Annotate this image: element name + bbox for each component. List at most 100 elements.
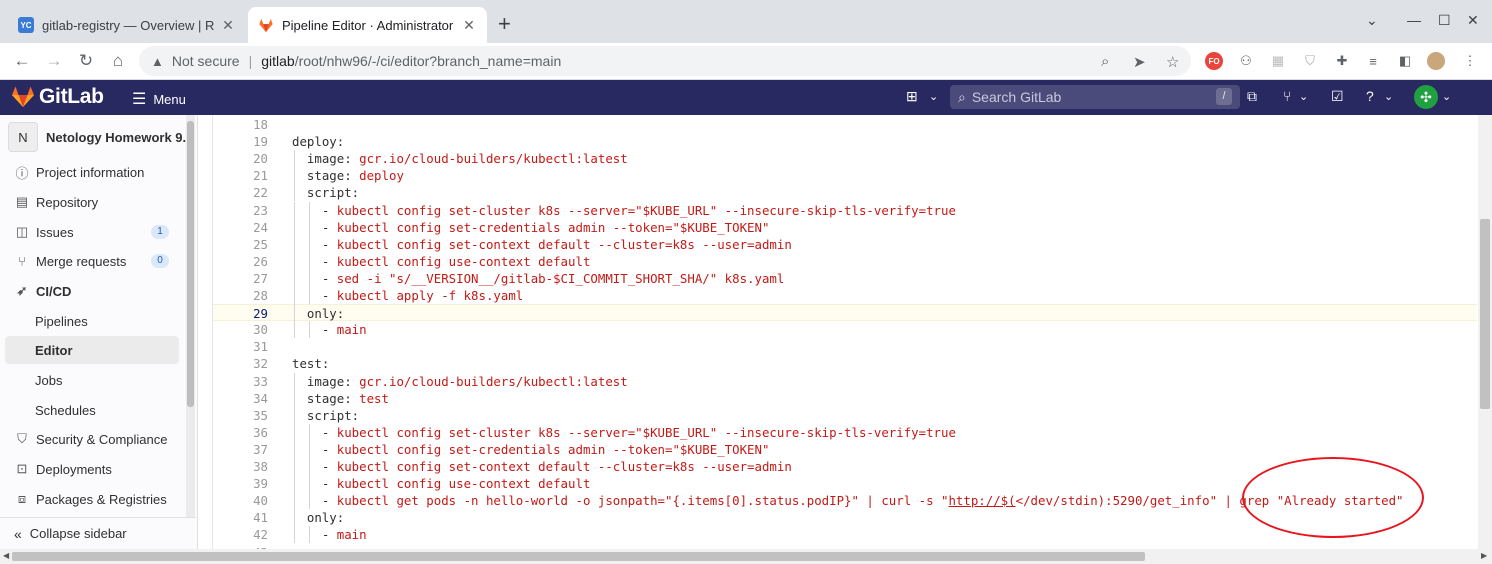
- code-line[interactable]: 22 script:: [213, 184, 1477, 201]
- sidebar-item-pipelines[interactable]: Pipelines: [5, 307, 179, 335]
- forward-arrow-icon[interactable]: →: [42, 49, 66, 73]
- extension-shield-icon[interactable]: ⛉: [1301, 52, 1319, 70]
- help-icon[interactable]: ?: [1366, 88, 1374, 104]
- code-line[interactable]: 29 only:: [213, 304, 1477, 322]
- code-line[interactable]: 19 deploy:: [213, 133, 1477, 150]
- code-text: deploy:: [292, 133, 344, 150]
- extension-fo-icon[interactable]: FO: [1205, 52, 1223, 70]
- code-line[interactable]: 24 - kubectl config set-credentials admi…: [213, 219, 1477, 236]
- url-link-text[interactable]: http://$(: [948, 493, 1015, 508]
- code-line[interactable]: 35 script:: [213, 407, 1477, 424]
- indent-guide: [294, 406, 295, 424]
- sidebar-item-security-compliance[interactable]: ⛉ Security & Compliance: [5, 425, 179, 453]
- scroll-right-arrow-icon[interactable]: ▶: [1481, 551, 1487, 560]
- sidebar-item-schedules[interactable]: Schedules: [5, 396, 179, 424]
- scroll-left-arrow-icon[interactable]: ◀: [3, 551, 9, 560]
- send-icon[interactable]: ➤: [1133, 53, 1146, 71]
- code-line[interactable]: 36 - kubectl config set-cluster k8s --se…: [213, 424, 1477, 441]
- sidebar-item-label: Deployments: [36, 461, 112, 477]
- code-line[interactable]: 37 - kubectl config set-credentials admi…: [213, 441, 1477, 458]
- code-line[interactable]: 33 image: gcr.io/cloud-builders/kubectl:…: [213, 373, 1477, 390]
- code-line[interactable]: 23 - kubectl config set-cluster k8s --se…: [213, 202, 1477, 219]
- home-icon[interactable]: ⌂: [106, 49, 130, 73]
- tab-search-chevron-down-icon[interactable]: ⌄: [1366, 12, 1378, 29]
- maximize-icon[interactable]: ☐: [1438, 12, 1451, 29]
- code-line[interactable]: 30 - main: [213, 321, 1477, 338]
- line-number: 31: [253, 339, 268, 355]
- sidebar-scrollbar[interactable]: [186, 115, 195, 525]
- sidebar-item-issues[interactable]: ◫ Issues 1: [5, 218, 179, 246]
- code-line[interactable]: 18: [213, 116, 1477, 133]
- horizontal-scrollbar[interactable]: ◀ ▶: [0, 549, 1492, 564]
- project-header[interactable]: N Netology Homework 9.6: [8, 122, 188, 152]
- chevron-down-icon[interactable]: ⌄: [929, 90, 938, 103]
- close-icon[interactable]: ✕: [220, 17, 236, 34]
- code-line[interactable]: 20 image: gcr.io/cloud-builders/kubectl:…: [213, 150, 1477, 167]
- identicon-icon: ✣: [1420, 88, 1432, 105]
- code-line[interactable]: 34 stage: test: [213, 390, 1477, 407]
- new-item-plus-icon[interactable]: ⊞: [906, 88, 918, 105]
- profile-avatar[interactable]: [1427, 52, 1445, 70]
- minimize-icon[interactable]: —: [1407, 12, 1421, 28]
- horizontal-scroll-thumb[interactable]: [12, 552, 1145, 561]
- sidebar-scroll-thumb[interactable]: [187, 121, 194, 407]
- browser-tab-pipeline-editor[interactable]: Pipeline Editor · Administrator ✕: [248, 7, 487, 43]
- code-line[interactable]: 28 - kubectl apply -f k8s.yaml: [213, 287, 1477, 304]
- collapse-sidebar-button[interactable]: « Collapse sidebar: [0, 517, 196, 549]
- merge-request-icon: ⑂: [18, 253, 26, 269]
- back-arrow-icon[interactable]: ←: [10, 49, 34, 73]
- side-panel-icon[interactable]: ◧: [1396, 52, 1414, 70]
- extension-users-icon[interactable]: ⚇: [1237, 52, 1255, 70]
- sidebar-item-jobs[interactable]: Jobs: [5, 366, 179, 394]
- close-icon[interactable]: ✕: [461, 17, 477, 34]
- sidebar-item-packages-registries[interactable]: ⧈ Packages & Registries: [5, 485, 179, 513]
- code-line[interactable]: 26 - kubectl config use-context default: [213, 253, 1477, 270]
- merge-request-icon[interactable]: ⑂: [1283, 88, 1291, 104]
- yaml-value: kubectl get pods -n hello-world -o jsonp…: [336, 493, 949, 509]
- code-line[interactable]: 25 - kubectl config set-context default …: [213, 236, 1477, 253]
- reading-list-icon[interactable]: ≡: [1364, 52, 1382, 70]
- code-line[interactable]: 31: [213, 338, 1477, 355]
- editor-vertical-scrollbar[interactable]: [1478, 115, 1492, 549]
- chevron-down-icon[interactable]: ⌄: [1384, 90, 1393, 103]
- sidebar-item-ci-cd[interactable]: ➶ CI/CD: [5, 277, 179, 305]
- browser-tab-gitlab-registry[interactable]: YC gitlab-registry — Overview | R ✕: [8, 7, 246, 43]
- zoom-magnifier-icon[interactable]: ⌕: [1101, 53, 1109, 70]
- code-line[interactable]: 27 - sed -i "s/__VERSION__/gitlab-$CI_CO…: [213, 270, 1477, 287]
- kebab-menu-icon[interactable]: ⋮: [1461, 52, 1479, 70]
- code-line[interactable]: 32 test:: [213, 355, 1477, 372]
- sidebar-item-editor[interactable]: Editor: [5, 336, 179, 364]
- sidebar-item-repository[interactable]: ▤ Repository: [5, 188, 179, 216]
- yaml-value: kubectl config use-context default: [336, 476, 591, 492]
- chevron-down-icon[interactable]: ⌄: [1442, 90, 1451, 103]
- code-line[interactable]: 21 stage: deploy: [213, 167, 1477, 184]
- code-text: stage: deploy: [292, 167, 404, 184]
- bookmark-star-icon[interactable]: ☆: [1166, 53, 1179, 71]
- search-input[interactable]: ⌕ Search GitLab /: [950, 85, 1240, 109]
- user-avatar[interactable]: ✣: [1414, 85, 1438, 109]
- new-tab-icon[interactable]: +: [498, 13, 511, 35]
- not-secure-label[interactable]: Not secure: [172, 53, 240, 69]
- issues-icon[interactable]: ⧉: [1247, 88, 1257, 105]
- warning-triangle-icon[interactable]: ▲: [151, 54, 164, 69]
- sidebar-item-project-information[interactable]: ⓘ Project information: [5, 158, 179, 186]
- yaml-key: -: [292, 493, 337, 509]
- chevron-down-icon[interactable]: ⌄: [1299, 90, 1308, 103]
- sidebar-item-merge-requests[interactable]: ⑂ Merge requests 0: [5, 247, 179, 275]
- menu-button[interactable]: ☰ Menu: [132, 89, 186, 109]
- reload-icon[interactable]: ↻: [74, 49, 98, 73]
- gitlab-top-bar: GitLab ☰ Menu ⊞ ⌄ ⌕ Search GitLab / ⧉ ⑂ …: [0, 80, 1492, 115]
- yaml-value: kubectl config set-context default --clu…: [336, 236, 792, 252]
- extensions-puzzle-icon[interactable]: ✚: [1333, 52, 1351, 70]
- line-number: 21: [253, 168, 268, 184]
- gitlab-brand[interactable]: GitLab: [39, 85, 104, 109]
- gitlab-tanuki-icon[interactable]: [11, 86, 35, 108]
- extension-grid-icon[interactable]: ▦: [1269, 52, 1287, 70]
- editor-scroll-thumb[interactable]: [1480, 219, 1490, 409]
- yaml-key: only:: [292, 510, 345, 526]
- tab-title: Pipeline Editor · Administrator: [282, 17, 454, 33]
- sidebar-item-deployments[interactable]: ⊡ Deployments: [5, 455, 179, 483]
- window-close-icon[interactable]: ✕: [1467, 12, 1479, 29]
- address-bar[interactable]: ▲ Not secure | gitlab/root/nhw96/-/ci/ed…: [139, 46, 1191, 76]
- todo-checkbox-icon[interactable]: ☑: [1331, 88, 1344, 105]
